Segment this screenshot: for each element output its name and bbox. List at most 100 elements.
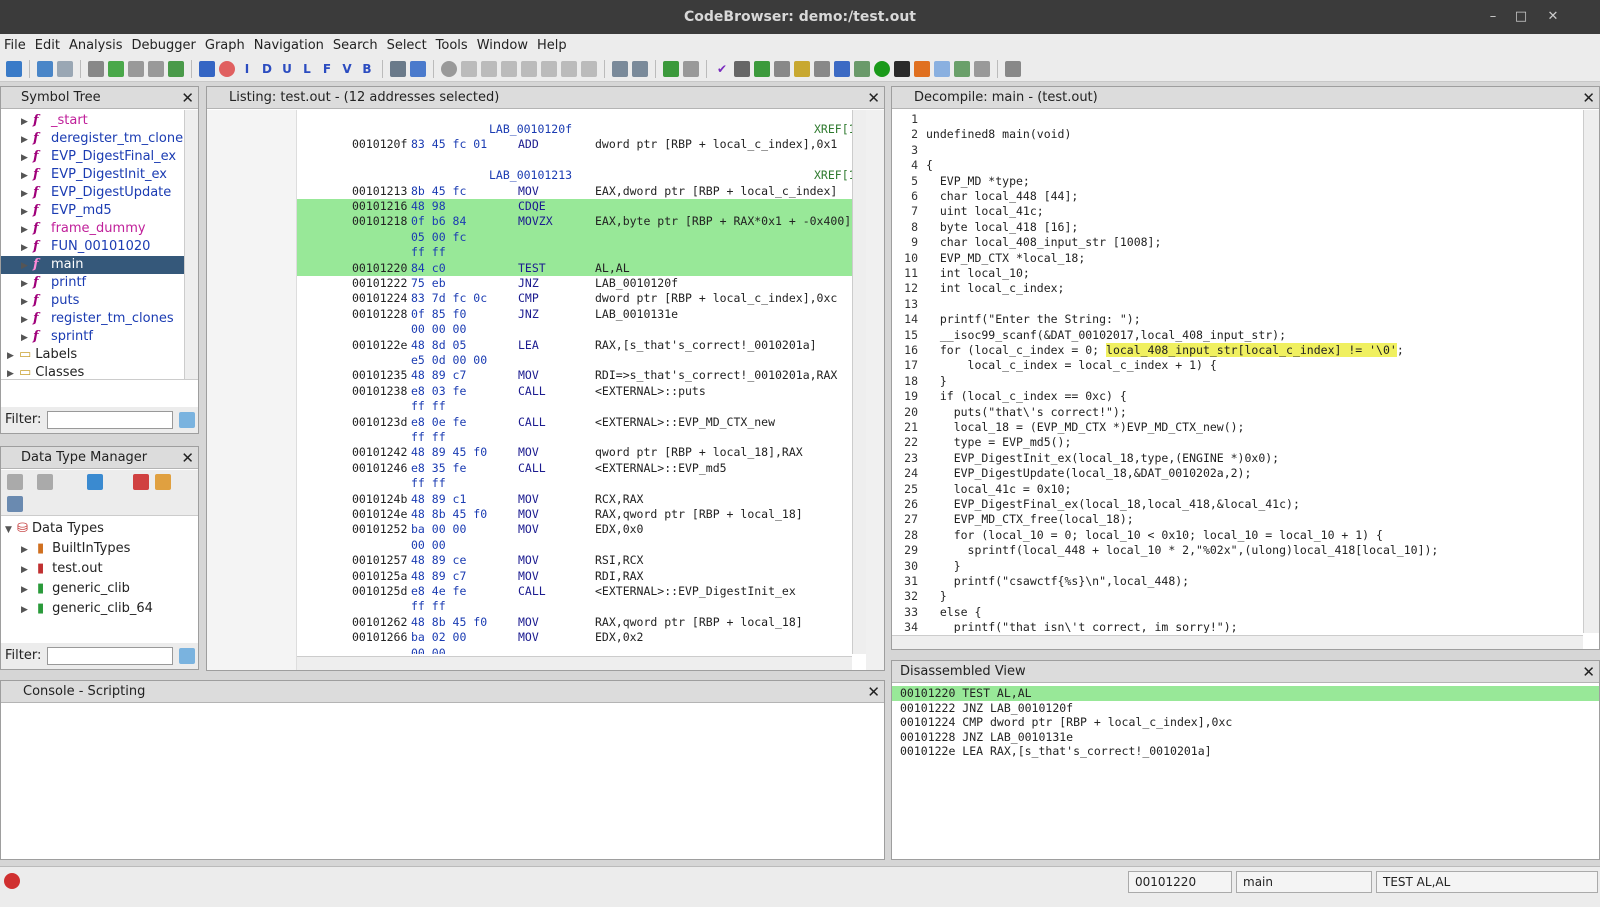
instruction-address[interactable]: 00101216 xyxy=(352,199,407,213)
code-text[interactable]: char local_448 [44]; xyxy=(926,189,1078,203)
nav-icon[interactable] xyxy=(128,60,144,77)
record-icon[interactable] xyxy=(441,60,457,77)
data-type-archive[interactable]: ▶ ▮ generic_clib xyxy=(21,580,198,600)
filter-options-icon[interactable] xyxy=(179,412,195,428)
instruction-operands[interactable]: RAX,qword ptr [RBP + local_18] xyxy=(595,507,803,521)
instruction-mnemonic[interactable]: MOV xyxy=(518,507,539,521)
listing-row[interactable]: 00101242 48 89 45 f0 MOV qword ptr [RBP + l… xyxy=(297,445,852,460)
instruction-operands[interactable]: AL,AL xyxy=(595,261,630,275)
tool-icon[interactable] xyxy=(974,60,990,77)
disassembled-line[interactable]: 00101224 CMP dword ptr [RBP + local_c_in… xyxy=(892,715,1599,730)
expand-arrow-icon[interactable]: ▶ xyxy=(7,347,19,365)
decompile-line[interactable]: 23 EVP_DigestInit_ex(local_18,type,(ENGI… xyxy=(892,451,1583,466)
instruction-mnemonic[interactable]: MOV xyxy=(518,615,539,629)
listing-row[interactable]: LAB_0010120f XREF[1 xyxy=(297,122,852,137)
symbol-tree-item[interactable]: ▶ f printf xyxy=(1,274,184,292)
listing-row[interactable]: LAB_00101213 XREF[1 xyxy=(297,168,852,183)
listing-row[interactable]: 00 00 xyxy=(297,538,852,553)
menu-debugger[interactable]: Debugger xyxy=(132,38,196,53)
save-icon[interactable] xyxy=(6,60,22,77)
listing-row[interactable]: 0010122e 48 8d 05 LEA RAX,[s_that's_correct… xyxy=(297,338,852,353)
listing-row[interactable]: ff ff xyxy=(297,399,852,414)
decompile-line[interactable]: 26 EVP_DigestFinal_ex(local_18,local_418… xyxy=(892,497,1583,512)
u-icon[interactable]: U xyxy=(279,61,295,77)
listing-row[interactable]: 00101228 0f 85 f0 JNZ LAB_0010131e xyxy=(297,307,852,322)
instruction-operands[interactable]: RCX,RAX xyxy=(595,492,643,506)
expand-arrow-icon[interactable]: ▶ xyxy=(21,167,33,185)
menu-edit[interactable]: Edit xyxy=(35,38,60,53)
decompile-line[interactable]: 16 for (local_c_index = 0; local_408_inp… xyxy=(892,343,1583,358)
expand-arrow-icon[interactable]: ▶ xyxy=(21,239,33,257)
listing-row[interactable]: 00101246 e8 35 fe CALL <EXTERNAL>::EVP_md5 xyxy=(297,461,852,476)
instruction-address[interactable]: 00101222 xyxy=(352,276,407,290)
back-icon[interactable] xyxy=(7,474,23,490)
filter-icon[interactable] xyxy=(155,474,171,490)
decompile-line[interactable]: 29 sprintf(local_448 + local_10 * 2,"%02… xyxy=(892,543,1583,558)
instruction-address[interactable]: 00101266 xyxy=(352,630,407,644)
symbol-tree-item[interactable]: ▶ f register_tm_clones xyxy=(1,310,184,328)
disassembled-line[interactable]: 00101228 JNZ LAB_0010131e xyxy=(892,730,1599,745)
listing-row[interactable]: 0010124e 48 8b 45 f0 MOV RAX,qword ptr [RBP… xyxy=(297,507,852,522)
menu-search[interactable]: Search xyxy=(333,38,378,53)
minimize-button[interactable]: – xyxy=(1478,0,1508,34)
instruction-mnemonic[interactable]: MOV xyxy=(518,184,539,198)
nav-icon[interactable] xyxy=(148,60,164,77)
decompile-line[interactable]: 13 xyxy=(892,297,1583,312)
menu-help[interactable]: Help xyxy=(537,38,567,53)
decompile-line[interactable]: 9 char local_408_input_str [1008]; xyxy=(892,235,1583,250)
listing-row[interactable]: 00101252 ba 00 00 MOV EDX,0x0 xyxy=(297,522,852,537)
instruction-mnemonic[interactable]: MOV xyxy=(518,522,539,536)
expand-arrow-icon[interactable]: ▶ xyxy=(21,149,33,167)
collapse-icon[interactable] xyxy=(7,496,23,512)
close-window-button[interactable]: ✕ xyxy=(1538,0,1568,34)
instruction-operands[interactable]: <EXTERNAL>::puts xyxy=(595,384,706,398)
instruction-address[interactable]: 0010125a xyxy=(352,569,407,583)
check-icon[interactable]: ✔ xyxy=(714,61,730,77)
instruction-mnemonic[interactable]: CALL xyxy=(518,384,546,398)
menu-analysis[interactable]: Analysis xyxy=(69,38,123,53)
tool-icon[interactable] xyxy=(934,60,950,77)
decompile-line[interactable]: 3 xyxy=(892,143,1583,158)
listing-row[interactable]: ff ff xyxy=(297,245,852,261)
tool-icon[interactable] xyxy=(954,60,970,77)
decompile-line[interactable]: 19 if (local_c_index == 0xc) { xyxy=(892,389,1583,404)
maximize-button[interactable]: □ xyxy=(1506,0,1536,34)
pause-icon[interactable] xyxy=(481,60,497,77)
data-type-archive[interactable]: ▶ ▮ BuiltInTypes xyxy=(21,540,198,560)
decompile-line[interactable]: 24 EVP_DigestUpdate(local_18,&DAT_001020… xyxy=(892,466,1583,481)
symbol-tree-item[interactable]: ▶ f frame_dummy xyxy=(1,220,184,238)
symbol-tree-item[interactable]: ▶ f _start xyxy=(1,112,184,130)
xref-link[interactable]: XREF[1 xyxy=(814,122,852,136)
code-text[interactable]: printf("csawctf{%s}\n",local_448); xyxy=(926,574,1189,588)
tool-icon[interactable] xyxy=(632,60,648,77)
decompile-line[interactable]: 1 xyxy=(892,112,1583,127)
instruction-mnemonic[interactable]: MOV xyxy=(518,630,539,644)
disassembled-line[interactable]: 0010122e LEA RAX,[s_that's_correct!_0010… xyxy=(892,744,1599,759)
down-arrow-icon[interactable] xyxy=(199,60,215,77)
symbol-tree-item[interactable]: ▶ f FUN_00101020 xyxy=(1,238,184,256)
symbol-tree-item[interactable]: ▶ f EVP_DigestUpdate xyxy=(1,184,184,202)
listing-row[interactable]: e5 0d 00 00 xyxy=(297,353,852,368)
close-icon[interactable]: ✕ xyxy=(867,87,880,108)
tool-icon[interactable] xyxy=(87,474,103,490)
expand-arrow-icon[interactable]: ▶ xyxy=(21,221,33,239)
listing-row[interactable]: 00 00 xyxy=(297,646,852,654)
listing-row[interactable]: 00101213 8b 45 fc MOV EAX,dword ptr [RBP + … xyxy=(297,184,852,199)
menu-window[interactable]: Window xyxy=(477,38,528,53)
tool-icon[interactable] xyxy=(914,60,930,77)
instruction-address[interactable]: 00101246 xyxy=(352,461,407,475)
code-text[interactable]: type = EVP_md5(); xyxy=(926,435,1072,449)
disassembled-line[interactable]: 00101220 TEST AL,AL xyxy=(892,686,1599,702)
nav-icon[interactable] xyxy=(88,60,104,77)
code-text[interactable]: } xyxy=(926,589,947,603)
expand-arrow-icon[interactable]: ▶ xyxy=(21,293,33,311)
expand-arrow-icon[interactable]: ▶ xyxy=(21,131,33,149)
data-type-archive[interactable]: ▶ ▮ generic_clib_64 xyxy=(21,600,198,620)
console-output[interactable] xyxy=(1,704,884,859)
instruction-operands[interactable]: RSI,RCX xyxy=(595,553,643,567)
expand-arrow-icon[interactable]: ▶ xyxy=(21,581,33,599)
instruction-mnemonic[interactable]: JNZ xyxy=(518,307,539,321)
expand-arrow-icon[interactable]: ▶ xyxy=(21,541,33,559)
listing-row[interactable]: ff ff xyxy=(297,430,852,445)
instruction-operands[interactable]: EDX,0x2 xyxy=(595,630,643,644)
